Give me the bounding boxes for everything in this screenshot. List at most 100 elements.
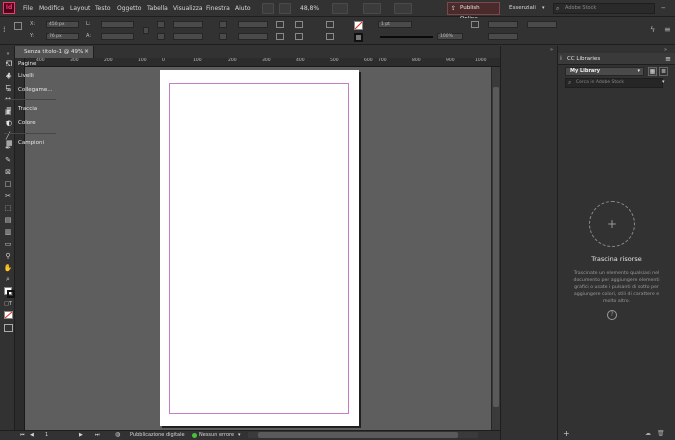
menu-oggetto[interactable]: Oggetto [117, 5, 141, 12]
stroke-color-icon[interactable] [7, 290, 15, 298]
reference-point-icon[interactable]: ⁞ [3, 25, 6, 34]
select-next-icon[interactable] [326, 33, 334, 40]
library-search-input[interactable]: ⌕ Cerca in Adobe Stock [565, 78, 663, 88]
workspace-switcher[interactable]: Essenziali [509, 5, 536, 11]
text-wrap-field[interactable] [527, 21, 557, 28]
zoom-level[interactable]: 48,8% [300, 5, 319, 12]
search-scope-dropdown-icon[interactable]: ▾ [662, 79, 665, 85]
lightning-icon[interactable]: ϟ [650, 25, 655, 34]
links-panel[interactable]: ∞ Collegame... [6, 84, 56, 96]
select-previous-icon[interactable] [326, 21, 334, 28]
screen-mode-button[interactable] [363, 3, 381, 14]
list-view-icon[interactable]: ≣ [659, 67, 668, 76]
rectangle-tool-icon[interactable]: □ [3, 180, 13, 189]
add-element-icon[interactable]: + [563, 429, 570, 438]
free-transform-tool-icon[interactable]: ⬚ [3, 204, 13, 213]
effects-field[interactable] [488, 21, 518, 28]
adobe-stock-search[interactable]: ⌕ Adobe Stock [553, 3, 655, 14]
menu-layout[interactable]: Layout [70, 5, 90, 12]
flip-horizontal-icon[interactable] [276, 33, 284, 40]
pages-panel[interactable]: ❐ Pagine [6, 58, 56, 70]
first-page-icon[interactable]: ⏮ [20, 432, 25, 438]
x-field[interactable]: 450 px [46, 21, 79, 28]
scale-x-icon[interactable] [157, 21, 165, 28]
library-select[interactable]: My Library ▾ [565, 67, 644, 76]
zoom-level-button[interactable] [279, 3, 291, 14]
scale-y-icon[interactable] [157, 33, 165, 40]
cc-libraries-tab[interactable]: CC Libraries ⁞ ≡ [558, 53, 675, 65]
view-options-button[interactable] [332, 3, 348, 14]
height-field[interactable] [101, 33, 134, 40]
rotate-icon[interactable] [219, 21, 227, 28]
minimize-icon[interactable]: – [661, 3, 666, 13]
menu-testo[interactable]: Testo [95, 5, 111, 12]
formatting-affects-icon[interactable]: □T [3, 300, 13, 309]
panel-options-icon[interactable]: ≡ [665, 53, 671, 65]
menu-finestra[interactable]: Finestra [206, 5, 230, 12]
menu-modifica[interactable]: Modifica [39, 5, 64, 12]
h-scrollbar-thumb[interactable] [258, 432, 458, 438]
last-page-icon[interactable]: ⏭ [95, 432, 100, 438]
select-container-icon[interactable] [295, 21, 303, 28]
select-content-icon[interactable] [295, 33, 303, 40]
preflight-profile[interactable]: Pubblicazione digitale [130, 432, 185, 438]
shear-field[interactable] [238, 33, 268, 40]
horizontal-scrollbar[interactable] [248, 432, 478, 438]
bridge-button[interactable] [262, 3, 274, 14]
ruler-tick: 800 [412, 58, 421, 63]
close-icon[interactable]: × [84, 46, 89, 58]
layers-panel[interactable]: ◈ Livelli [6, 70, 56, 82]
scrollbar-thumb[interactable] [493, 87, 499, 407]
panel-menu-icon[interactable]: ≡ [664, 25, 671, 34]
vertical-scrollbar[interactable] [491, 67, 500, 430]
page-number[interactable]: 1 [45, 432, 48, 438]
stroke-swatch[interactable] [354, 33, 363, 42]
corner-field[interactable] [488, 33, 518, 40]
preflight-menu-icon[interactable]: ▾ [238, 432, 241, 438]
gradient-swatch-tool-icon[interactable]: ▤ [3, 216, 13, 225]
menu-aiuto[interactable]: Aiuto [235, 5, 251, 12]
stroke-weight-field[interactable]: 1 pt [378, 21, 412, 28]
menu-visualizza[interactable]: Visualizza [173, 5, 203, 12]
reference-point-grid[interactable] [14, 22, 22, 30]
constrain-proportions-icon[interactable] [143, 27, 149, 34]
zoom-tool-icon[interactable]: ⌕ [3, 275, 13, 284]
trash-icon[interactable]: 🗑 [657, 430, 665, 437]
hand-tool-icon[interactable]: ✋ [3, 264, 13, 273]
menu-tabella[interactable]: Tabella [147, 5, 168, 12]
drop-shadow-icon[interactable] [471, 21, 479, 28]
gradient-feather-tool-icon[interactable]: ▥ [3, 228, 13, 237]
help-icon[interactable]: ? [607, 310, 617, 320]
preflight-errors[interactable]: Nessun errore [199, 432, 234, 438]
document-tab[interactable]: Senza titolo-1 @ 49% × [14, 46, 94, 58]
grid-view-icon[interactable]: ▦ [648, 67, 657, 76]
opacity-field[interactable]: 100% [437, 33, 463, 40]
scale-x-field[interactable] [173, 21, 203, 28]
y-field[interactable]: 76 px [46, 33, 79, 40]
eyedropper-tool-icon[interactable]: ⚲ [3, 252, 13, 261]
scale-y-field[interactable] [173, 33, 203, 40]
publish-online-button[interactable]: ⇪ Publish Online [447, 2, 500, 22]
rotation-field[interactable] [238, 21, 268, 28]
fill-swatch[interactable] [354, 21, 363, 30]
collapse-dock-icon[interactable]: » [550, 47, 553, 53]
menu-file[interactable]: File [23, 5, 33, 12]
apply-none-icon[interactable] [4, 311, 13, 319]
screen-mode-icon[interactable] [4, 324, 13, 332]
rotate-cw-icon[interactable] [276, 21, 284, 28]
stroke-type-line[interactable] [380, 36, 433, 38]
width-field[interactable] [101, 21, 134, 28]
shear-icon[interactable] [219, 33, 227, 40]
note-tool-icon[interactable]: ▭ [3, 240, 13, 249]
swatches-panel[interactable]: ▦ Campioni [6, 137, 56, 149]
pencil-tool-icon[interactable]: ✎ [3, 156, 13, 165]
rectangle-frame-tool-icon[interactable]: ⊠ [3, 168, 13, 177]
stroke-panel[interactable]: ≡ Traccia [6, 103, 56, 115]
arrange-documents-button[interactable] [394, 3, 412, 14]
next-page-icon[interactable]: ▶ [79, 432, 83, 438]
color-panel[interactable]: ◐ Colore [6, 117, 56, 129]
previous-page-icon[interactable]: ◀ [30, 432, 34, 438]
cloud-sync-icon[interactable]: ☁ [645, 430, 651, 437]
scissors-tool-icon[interactable]: ✂ [3, 192, 13, 201]
preflight-profile-icon[interactable]: ◍ [115, 431, 120, 438]
